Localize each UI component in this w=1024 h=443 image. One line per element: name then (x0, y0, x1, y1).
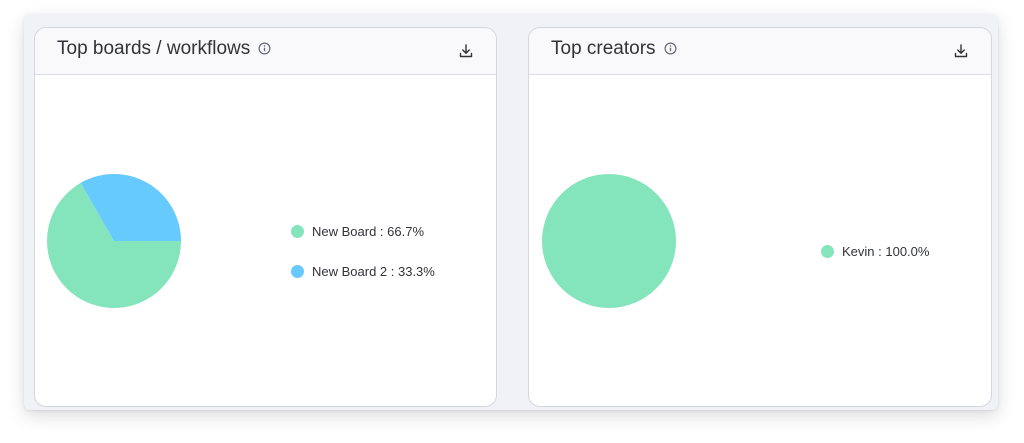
top-creators-widget: Top creators Kevin : 100.0% (528, 27, 992, 407)
legend-item[interactable]: New Board 2 : 33.3% (291, 261, 435, 281)
download-icon[interactable] (458, 43, 474, 59)
top-boards-widget: Top boards / workflows New Board : 66.7%… (34, 27, 497, 407)
dashboard-panel: Top boards / workflows New Board : 66.7%… (24, 14, 998, 410)
widget-title-text: Top creators (551, 38, 656, 59)
widget-title-text: Top boards / workflows (57, 38, 251, 59)
legend-swatch (291, 264, 304, 278)
widget-header: Top boards / workflows (35, 28, 496, 75)
info-icon[interactable] (664, 42, 677, 55)
creators-pie-chart (542, 174, 676, 308)
info-icon[interactable] (258, 42, 271, 55)
legend-item[interactable]: Kevin : 100.0% (821, 241, 929, 261)
widget-header: Top creators (529, 28, 991, 75)
legend-label: New Board : 66.7% (312, 223, 425, 239)
legend-item[interactable]: New Board : 66.7% (291, 221, 435, 241)
widget-title: Top boards / workflows (57, 38, 271, 60)
download-icon[interactable] (953, 43, 969, 59)
boards-legend: New Board : 66.7% New Board 2 : 33.3% (291, 221, 435, 301)
creators-legend: Kevin : 100.0% (821, 241, 929, 281)
boards-pie-chart (46, 174, 181, 308)
legend-label: Kevin : 100.0% (842, 243, 930, 259)
pie-slice-kevin[interactable] (542, 174, 676, 308)
legend-swatch (291, 224, 304, 238)
legend-label: New Board 2 : 33.3% (312, 263, 435, 279)
legend-swatch (821, 244, 834, 258)
widget-title: Top creators (551, 38, 677, 60)
